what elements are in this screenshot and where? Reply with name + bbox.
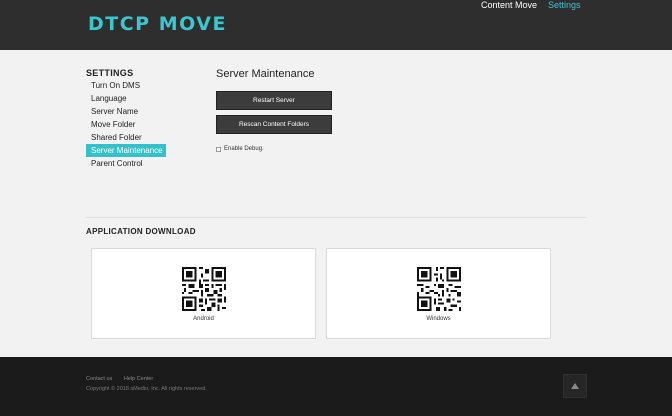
header: DTCP MOVE Content Move Settings (0, 0, 672, 50)
windows-download-card: Windows (326, 248, 551, 339)
windows-label: Windows (426, 316, 451, 322)
footer-links: Contact us Help Center (86, 376, 163, 382)
restart-server-button[interactable]: Restart Server (216, 91, 332, 110)
sidebar-item-language[interactable]: Language (86, 92, 166, 105)
section-divider (86, 217, 586, 218)
sidebar: Turn On DMS Language Server Name Move Fo… (86, 79, 166, 170)
sidebar-item-turn-on-dms[interactable]: Turn On DMS (86, 79, 166, 92)
sidebar-item-move-folder[interactable]: Move Folder (86, 118, 166, 131)
enable-debug-label: Enable Debug. (224, 146, 264, 152)
footer: Contact us Help Center Copyright © 2018 … (0, 357, 672, 416)
android-label: Android (193, 316, 214, 322)
sidebar-item-parent-control[interactable]: Parent Control (86, 157, 166, 170)
qr-code-icon (417, 267, 461, 311)
logo: DTCP MOVE (88, 13, 227, 35)
enable-debug-checkbox[interactable] (216, 147, 221, 152)
main-content: SETTINGS Turn On DMS Language Server Nam… (0, 50, 672, 357)
sidebar-item-server-maintenance[interactable]: Server Maintenance (86, 144, 166, 157)
contact-us-link[interactable]: Contact us (86, 376, 112, 382)
chevron-up-icon (571, 383, 579, 389)
qr-code-icon (182, 267, 226, 311)
settings-title: SETTINGS (86, 68, 134, 78)
rescan-content-folders-button[interactable]: Rescan Content Folders (216, 115, 332, 134)
sidebar-item-server-name[interactable]: Server Name (86, 105, 166, 118)
nav-settings[interactable]: Settings (548, 0, 581, 10)
scroll-to-top-button[interactable] (563, 374, 587, 398)
page-title: Server Maintenance (216, 68, 315, 80)
nav-content-move[interactable]: Content Move (481, 0, 537, 10)
application-download-title: APPLICATION DOWNLOAD (86, 227, 196, 236)
copyright: Copyright © 2018 sMedio, Inc. All rights… (86, 386, 207, 392)
android-download-card: Android (91, 248, 316, 339)
help-center-link[interactable]: Help Center (124, 376, 153, 382)
sidebar-item-shared-folder[interactable]: Shared Folder (86, 131, 166, 144)
